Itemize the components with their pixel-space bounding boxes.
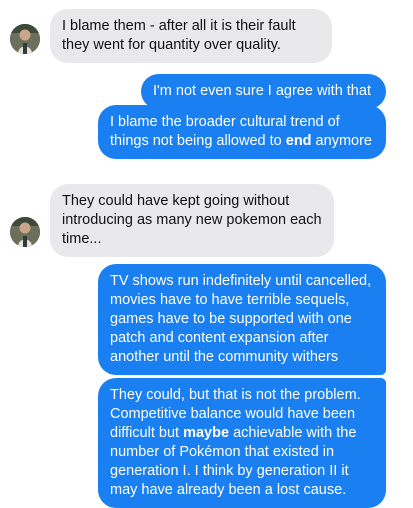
sender-avatar[interactable] [10,217,40,247]
message-emphasis: end [285,133,312,149]
message-text: I blame them - after all it is their fau… [62,18,296,53]
message-bubble-outgoing[interactable]: I'm not even sure I agree with that [141,74,386,109]
message-bubble-outgoing[interactable]: I blame the broader cultural trend of th… [98,105,386,159]
message-emphasis: maybe [183,425,230,441]
message-bubble-incoming[interactable]: They could have kept going without intro… [50,184,334,257]
user-avatar-icon [10,217,40,247]
message-bubble-incoming[interactable]: I blame them - after all it is their fau… [50,9,332,63]
message-text: I'm not even sure I agree with that [153,83,371,99]
message-bubble-outgoing[interactable]: They could, but that is not the problem.… [98,378,386,508]
message-text: They could have kept going without intro… [62,193,322,247]
message-text: anymore [311,133,372,149]
sender-avatar[interactable] [10,24,40,54]
user-avatar-icon [10,24,40,54]
message-text: TV shows run indefinitely until cancelle… [110,273,372,365]
message-bubble-outgoing[interactable]: TV shows run indefinitely until cancelle… [98,264,386,375]
